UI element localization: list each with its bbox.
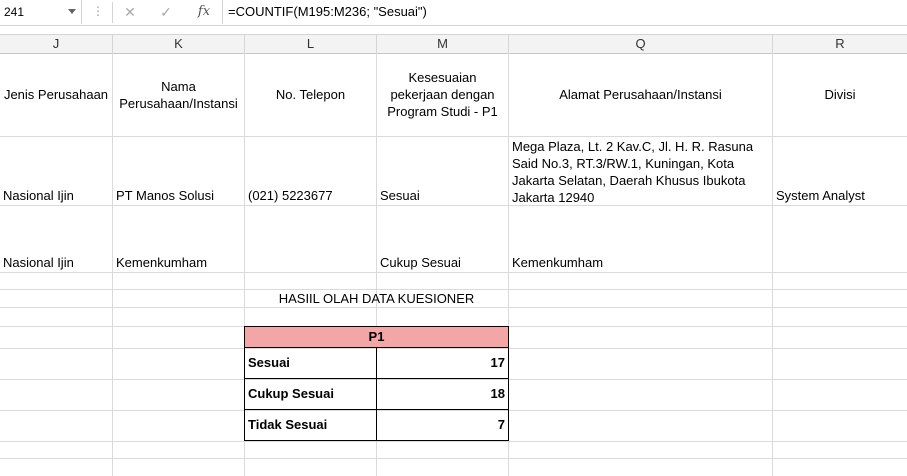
summary-value[interactable]: 18	[377, 379, 508, 409]
cell-no-telepon[interactable]	[245, 206, 376, 272]
chevron-down-icon[interactable]	[68, 9, 76, 14]
formula-input[interactable]: =COUNTIF(M195:M236; "Sesuai")	[228, 0, 427, 24]
cell-divisi[interactable]: System Analyst	[773, 137, 907, 205]
summary-row[interactable]: Cukup Sesuai 18	[244, 379, 509, 410]
cell-kesesuaian[interactable]: Sesuai	[377, 137, 508, 205]
summary-value[interactable]: 17	[377, 348, 508, 378]
cell-divisi[interactable]	[773, 206, 907, 272]
gridline	[0, 272, 907, 273]
summary-table-header[interactable]: P1	[244, 326, 509, 348]
more-options-icon[interactable]: ⋮	[92, 4, 104, 18]
cell-alamat[interactable]: Mega Plaza, Lt. 2 Kav.C, Jl. H. R. Rasun…	[509, 137, 772, 205]
cell-jenis-perusahaan[interactable]: Nasional Ijin	[0, 137, 112, 205]
gridline	[0, 441, 907, 442]
cell-jenis-perusahaan[interactable]: Nasional Ijin	[0, 206, 112, 272]
column-headers: J K L M Q R	[0, 34, 907, 54]
summary-label[interactable]: Tidak Sesuai	[245, 410, 377, 440]
summary-row[interactable]: Tidak Sesuai 7	[244, 410, 509, 441]
column-header-q[interactable]: Q	[509, 35, 773, 53]
header-cell-kesesuaian[interactable]: Kesesuaian pekerjaan dengan Program Stud…	[377, 53, 508, 136]
column-header-k[interactable]: K	[113, 35, 245, 53]
header-cell-jenis-perusahaan[interactable]: Jenis Perusahaan	[0, 53, 112, 136]
cell-alamat[interactable]: Kemenkumham	[509, 206, 772, 272]
check-icon[interactable]: ✓	[156, 3, 176, 21]
close-icon[interactable]: ✕	[120, 3, 140, 21]
divider	[112, 2, 113, 23]
summary-row[interactable]: Sesuai 17	[244, 348, 509, 379]
column-header-r[interactable]: R	[773, 35, 907, 53]
divider	[222, 0, 223, 24]
gridline	[0, 458, 907, 459]
cell-nama-perusahaan[interactable]: PT Manos Solusi	[113, 137, 244, 205]
header-cell-no-telepon[interactable]: No. Telepon	[245, 53, 376, 136]
summary-value[interactable]: 7	[377, 410, 508, 440]
cell-no-telepon[interactable]: (021) 5223677	[245, 137, 376, 205]
header-cell-nama-perusahaan[interactable]: Nama Perusahaan/Instansi	[113, 53, 244, 136]
function-icon[interactable]: fx	[194, 3, 214, 21]
column-header-j[interactable]: J	[0, 35, 113, 53]
cell-nama-perusahaan[interactable]: Kemenkumham	[113, 206, 244, 272]
summary-label[interactable]: Sesuai	[245, 348, 377, 378]
cell-kesesuaian[interactable]: Cukup Sesuai	[377, 206, 508, 272]
column-header-l[interactable]: L	[245, 35, 377, 53]
summary-label[interactable]: Cukup Sesuai	[245, 379, 377, 409]
column-header-m[interactable]: M	[377, 35, 509, 53]
header-cell-alamat[interactable]: Alamat Perusahaan/Instansi	[509, 53, 772, 136]
header-cell-divisi[interactable]: Divisi	[773, 53, 907, 136]
summary-title[interactable]: HASIIL OLAH DATA KUESIONER	[245, 290, 508, 307]
formula-bar: 241 ⋮ ✕ ✓ fx =COUNTIF(M195:M236; "Sesuai…	[0, 0, 907, 26]
gridline	[0, 307, 907, 308]
